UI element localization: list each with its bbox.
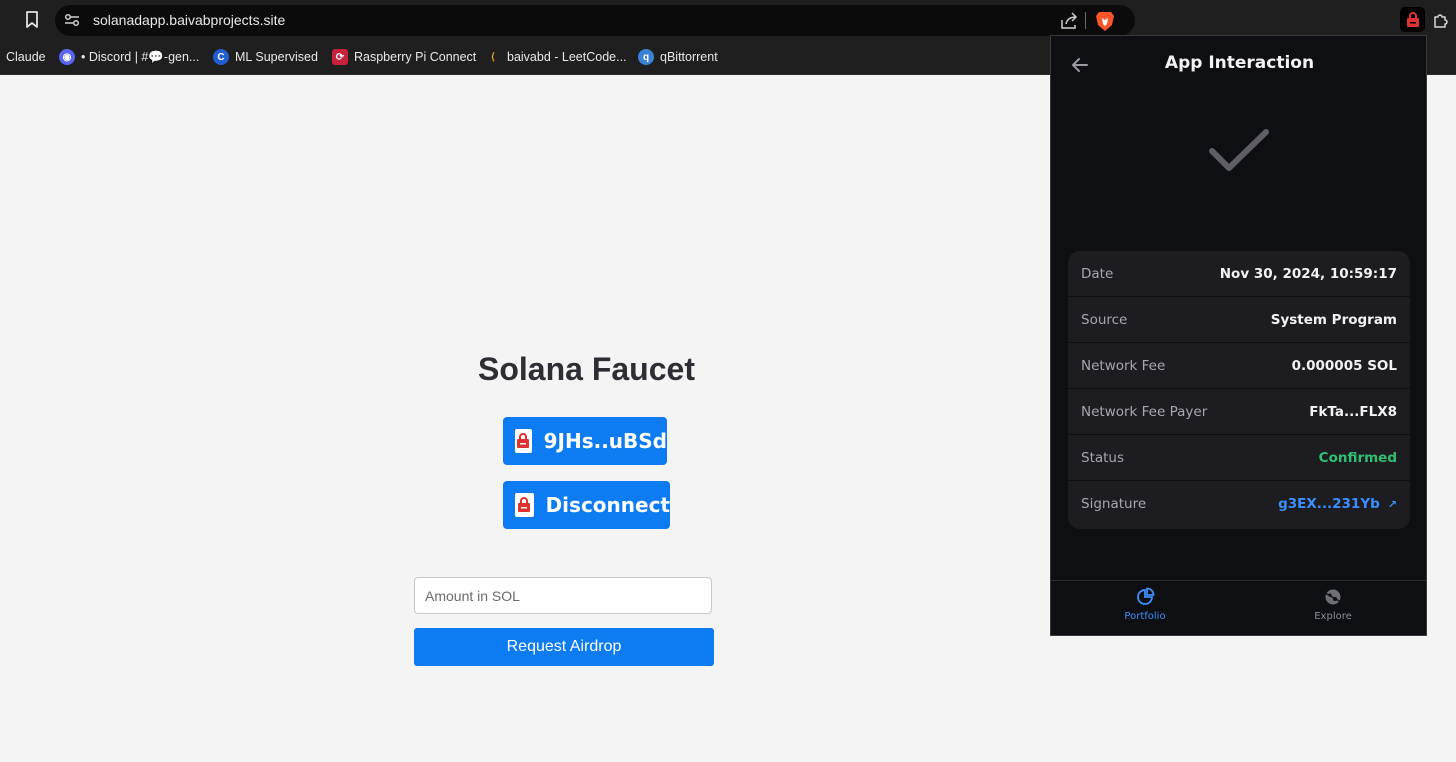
share-icon[interactable]: [1059, 11, 1079, 31]
bookmark-page-icon[interactable]: [22, 10, 42, 30]
detail-label: Source: [1081, 311, 1128, 328]
divider: [1085, 12, 1086, 29]
bookmark-label: Claude: [6, 50, 46, 64]
popup-tab-bar: Portfolio Explore: [1051, 580, 1426, 637]
address-bar[interactable]: solanadapp.baivabprojects.site: [55, 5, 1135, 36]
extensions-icon[interactable]: [1432, 10, 1452, 30]
portfolio-icon: [1135, 587, 1155, 607]
tab-label: Explore: [1314, 611, 1352, 622]
amount-input[interactable]: [414, 577, 712, 614]
bookmark-label: ML Supervised: [235, 50, 318, 64]
detail-label: Network Fee: [1081, 357, 1166, 374]
detail-label: Network Fee Payer: [1081, 403, 1208, 420]
transaction-details: Date Nov 30, 2024, 10:59:17 Source Syste…: [1068, 251, 1410, 529]
discord-icon: ◉: [59, 49, 75, 65]
detail-label: Date: [1081, 265, 1114, 282]
phantom-popup: App Interaction Date Nov 30, 2024, 10:59…: [1050, 35, 1427, 636]
signature-text: g3EX...231Yb: [1278, 496, 1380, 512]
tab-explore[interactable]: Explore: [1283, 587, 1383, 622]
bookmark-label: baivabd - LeetCode...: [507, 50, 627, 64]
page-title: Solana Faucet: [478, 351, 695, 387]
detail-label: Status: [1081, 449, 1125, 466]
signature-link[interactable]: g3EX...231Yb ↗: [1278, 496, 1397, 512]
request-airdrop-button[interactable]: Request Airdrop: [414, 628, 714, 666]
leetcode-icon: ⟨: [491, 51, 495, 63]
phantom-icon: [515, 429, 532, 453]
bookmark-raspberry-pi[interactable]: ⟳ Raspberry Pi Connect: [332, 47, 476, 67]
checkmark-icon: [1208, 128, 1270, 174]
detail-value: Nov 30, 2024, 10:59:17: [1219, 265, 1397, 282]
disconnect-button[interactable]: Disconnect: [503, 481, 670, 529]
explore-icon: [1323, 587, 1343, 607]
wallet-address-button[interactable]: 9JHs..uBSd: [503, 417, 667, 465]
detail-value: 0.000005 SOL: [1291, 357, 1397, 374]
raspberry-pi-icon: ⟳: [332, 49, 348, 65]
detail-value: FkTa...FLX8: [1309, 403, 1397, 420]
site-info-icon[interactable]: [63, 11, 81, 29]
tab-label: Portfolio: [1124, 611, 1166, 622]
disconnect-label: Disconnect: [545, 493, 670, 517]
bookmark-qbittorrent[interactable]: q qBittorrent: [638, 47, 718, 67]
bookmark-discord[interactable]: ◉ • Discord | #💬-gen...: [59, 47, 199, 67]
bookmark-label: • Discord | #💬-gen...: [81, 49, 200, 64]
browser-toolbar: solanadapp.baivabprojects.site: [0, 0, 1456, 40]
url-text[interactable]: solanadapp.baivabprojects.site: [93, 12, 285, 28]
brave-shields-icon[interactable]: [1095, 10, 1115, 32]
detail-row-date: Date Nov 30, 2024, 10:59:17: [1068, 251, 1410, 297]
phantom-icon: [515, 493, 534, 517]
wallet-address-label: 9JHs..uBSd: [543, 429, 667, 453]
bookmark-label: qBittorrent: [660, 50, 718, 64]
detail-value: System Program: [1270, 311, 1397, 328]
phantom-extension-icon[interactable]: [1400, 7, 1425, 32]
bookmark-label: Raspberry Pi Connect: [354, 50, 477, 64]
bookmark-leetcode[interactable]: ⟨ baivabd - LeetCode...: [485, 47, 627, 67]
popup-title: App Interaction: [1164, 53, 1315, 73]
detail-row-source: Source System Program: [1068, 297, 1410, 343]
tab-portfolio[interactable]: Portfolio: [1095, 587, 1195, 622]
detail-row-status: Status Confirmed: [1068, 435, 1410, 481]
bookmark-ml-supervised[interactable]: C ML Supervised: [213, 47, 318, 67]
bookmark-claude[interactable]: Claude: [6, 47, 46, 67]
detail-row-fee-payer: Network Fee Payer FkTa...FLX8: [1068, 389, 1410, 435]
detail-label: Signature: [1081, 496, 1147, 512]
qbittorrent-icon: q: [638, 49, 654, 65]
detail-row-network-fee: Network Fee 0.000005 SOL: [1068, 343, 1410, 389]
detail-row-signature: Signature g3EX...231Yb ↗: [1068, 481, 1410, 527]
external-link-icon: ↗: [1387, 497, 1397, 511]
coursera-icon: C: [213, 49, 229, 65]
status-badge: Confirmed: [1318, 449, 1397, 466]
